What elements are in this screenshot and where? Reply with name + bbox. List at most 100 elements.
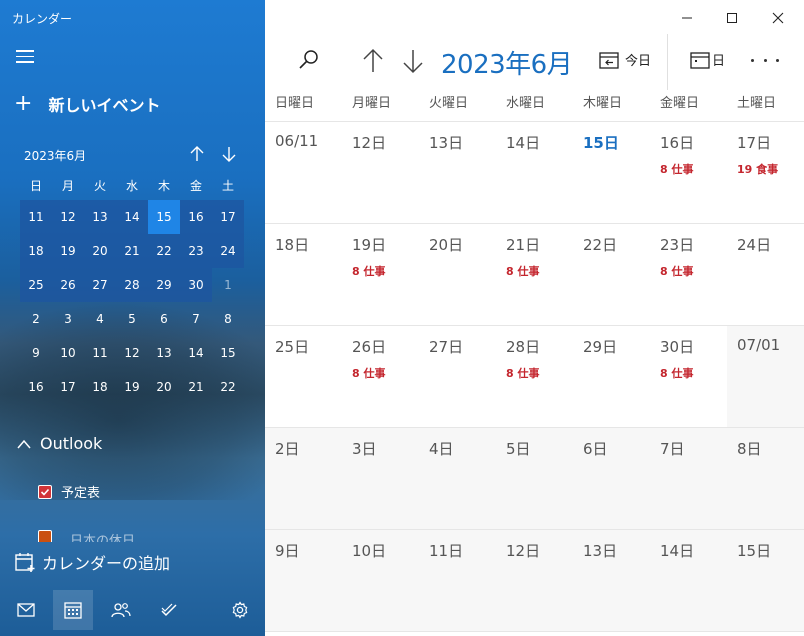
day-cell[interactable]: 8日 (727, 428, 804, 530)
mini-next-arrow-down-icon[interactable] (220, 145, 238, 163)
mini-calendar-day[interactable]: 25 (20, 268, 52, 302)
day-cell[interactable]: 29日 (573, 326, 650, 428)
mini-calendar-day[interactable]: 18 (20, 234, 52, 268)
day-view-button[interactable]: 日 (690, 50, 725, 69)
day-cell[interactable]: 16日 8 仕事 (650, 122, 727, 224)
mini-calendar-day[interactable]: 20 (148, 370, 180, 404)
mini-calendar-day[interactable]: 24 (212, 234, 244, 268)
mini-calendar-day[interactable]: 16 (20, 370, 52, 404)
event-item[interactable]: 19 食事 (737, 161, 804, 177)
mini-calendar-day[interactable]: 11 (84, 336, 116, 370)
mini-calendar-day[interactable]: 20 (84, 234, 116, 268)
search-icon[interactable] (297, 48, 321, 72)
day-cell[interactable]: 17日 19 食事 (727, 122, 804, 224)
close-icon[interactable] (763, 8, 793, 28)
mini-calendar-day[interactable]: 26 (52, 268, 84, 302)
mini-calendar-day[interactable]: 28 (116, 268, 148, 302)
mini-calendar-day[interactable]: 21 (180, 370, 212, 404)
today-button[interactable]: 今日 (599, 50, 651, 69)
day-cell[interactable]: 22日 (573, 224, 650, 326)
mini-calendar-day[interactable]: 21 (116, 234, 148, 268)
day-cell-today[interactable]: 15日 (573, 122, 650, 224)
minimize-icon[interactable] (672, 8, 702, 28)
event-item[interactable]: 8 仕事 (352, 365, 419, 381)
day-cell[interactable]: 13日 (573, 530, 650, 632)
gear-icon[interactable] (220, 590, 260, 630)
mini-calendar-day[interactable]: 9 (20, 336, 52, 370)
mini-calendar-day[interactable]: 18 (84, 370, 116, 404)
day-cell[interactable]: 24日 (727, 224, 804, 326)
mini-calendar-day[interactable]: 10 (52, 336, 84, 370)
calendar-item-holidays[interactable]: 日本の休日 (38, 530, 158, 542)
day-cell[interactable]: 10日 (342, 530, 419, 632)
mini-calendar-day[interactable]: 11 (20, 200, 52, 234)
event-item[interactable]: 8 仕事 (506, 263, 573, 279)
hamburger-menu-icon[interactable] (16, 50, 34, 64)
day-cell[interactable]: 28日 8 仕事 (496, 326, 573, 428)
new-event-button[interactable]: + 新しいイベント (14, 92, 160, 116)
people-icon[interactable] (101, 590, 141, 630)
day-cell[interactable]: 2日 (265, 428, 342, 530)
day-cell[interactable]: 12日 (496, 530, 573, 632)
calendar-item-schedule[interactable]: 予定表 (38, 482, 100, 501)
mini-calendar-day[interactable]: 22 (212, 370, 244, 404)
day-cell[interactable]: 21日 8 仕事 (496, 224, 573, 326)
mail-icon[interactable] (6, 590, 46, 630)
add-calendar-button[interactable]: カレンダーの追加 (14, 550, 170, 574)
day-cell[interactable]: 15日 (727, 530, 804, 632)
mini-calendar-day[interactable]: 8 (212, 302, 244, 336)
more-icon[interactable] (751, 52, 779, 68)
mini-calendar-day[interactable]: 7 (180, 302, 212, 336)
day-cell[interactable]: 06/11 (265, 122, 342, 224)
day-cell[interactable]: 18日 (265, 224, 342, 326)
day-cell[interactable]: 4日 (419, 428, 496, 530)
mini-calendar-today[interactable]: 15 (148, 200, 180, 234)
mini-calendar-day[interactable]: 13 (84, 200, 116, 234)
day-cell[interactable]: 14日 (496, 122, 573, 224)
mini-calendar-title[interactable]: 2023年6月 (24, 147, 86, 164)
event-item[interactable]: 8 仕事 (352, 263, 419, 279)
mini-calendar-day[interactable]: 13 (148, 336, 180, 370)
event-item[interactable]: 8 仕事 (506, 365, 573, 381)
mini-calendar-day[interactable]: 27 (84, 268, 116, 302)
day-cell[interactable]: 11日 (419, 530, 496, 632)
mini-calendar-day[interactable]: 12 (52, 200, 84, 234)
mini-calendar-day[interactable]: 29 (148, 268, 180, 302)
day-cell[interactable]: 27日 (419, 326, 496, 428)
day-cell[interactable]: 30日 8 仕事 (650, 326, 727, 428)
mini-calendar-day[interactable]: 1 (212, 268, 244, 302)
mini-calendar-day[interactable]: 12 (116, 336, 148, 370)
day-cell[interactable]: 3日 (342, 428, 419, 530)
mini-prev-arrow-up-icon[interactable] (188, 145, 206, 163)
day-cell[interactable]: 13日 (419, 122, 496, 224)
calendar-icon[interactable] (53, 590, 93, 630)
day-cell[interactable]: 6日 (573, 428, 650, 530)
day-cell[interactable]: 07/01 (727, 326, 804, 428)
event-item[interactable]: 8 仕事 (660, 161, 727, 177)
mini-calendar-day[interactable]: 2 (20, 302, 52, 336)
mini-calendar-day[interactable]: 15 (212, 336, 244, 370)
day-cell[interactable]: 9日 (265, 530, 342, 632)
arrow-down-icon[interactable] (401, 48, 425, 74)
mini-calendar-day[interactable]: 23 (180, 234, 212, 268)
day-cell[interactable]: 7日 (650, 428, 727, 530)
day-cell[interactable]: 23日 8 仕事 (650, 224, 727, 326)
day-cell[interactable]: 19日 8 仕事 (342, 224, 419, 326)
day-cell[interactable]: 14日 (650, 530, 727, 632)
day-cell[interactable]: 26日 8 仕事 (342, 326, 419, 428)
checkbox-checked-icon[interactable] (38, 484, 52, 499)
checkbox-checked-icon[interactable] (38, 530, 52, 542)
mini-calendar-day[interactable]: 14 (116, 200, 148, 234)
event-item[interactable]: 8 仕事 (660, 365, 727, 381)
mini-calendar-day[interactable]: 22 (148, 234, 180, 268)
maximize-icon[interactable] (717, 8, 747, 28)
event-item[interactable]: 8 仕事 (660, 263, 727, 279)
month-title[interactable]: 2023年6月 (441, 44, 573, 81)
mini-calendar-day[interactable]: 14 (180, 336, 212, 370)
todo-check-icon[interactable] (149, 590, 189, 630)
mini-calendar-day[interactable]: 17 (212, 200, 244, 234)
mini-calendar-day[interactable]: 19 (116, 370, 148, 404)
mini-calendar-day[interactable]: 16 (180, 200, 212, 234)
day-cell[interactable]: 25日 (265, 326, 342, 428)
mini-calendar-day[interactable]: 6 (148, 302, 180, 336)
